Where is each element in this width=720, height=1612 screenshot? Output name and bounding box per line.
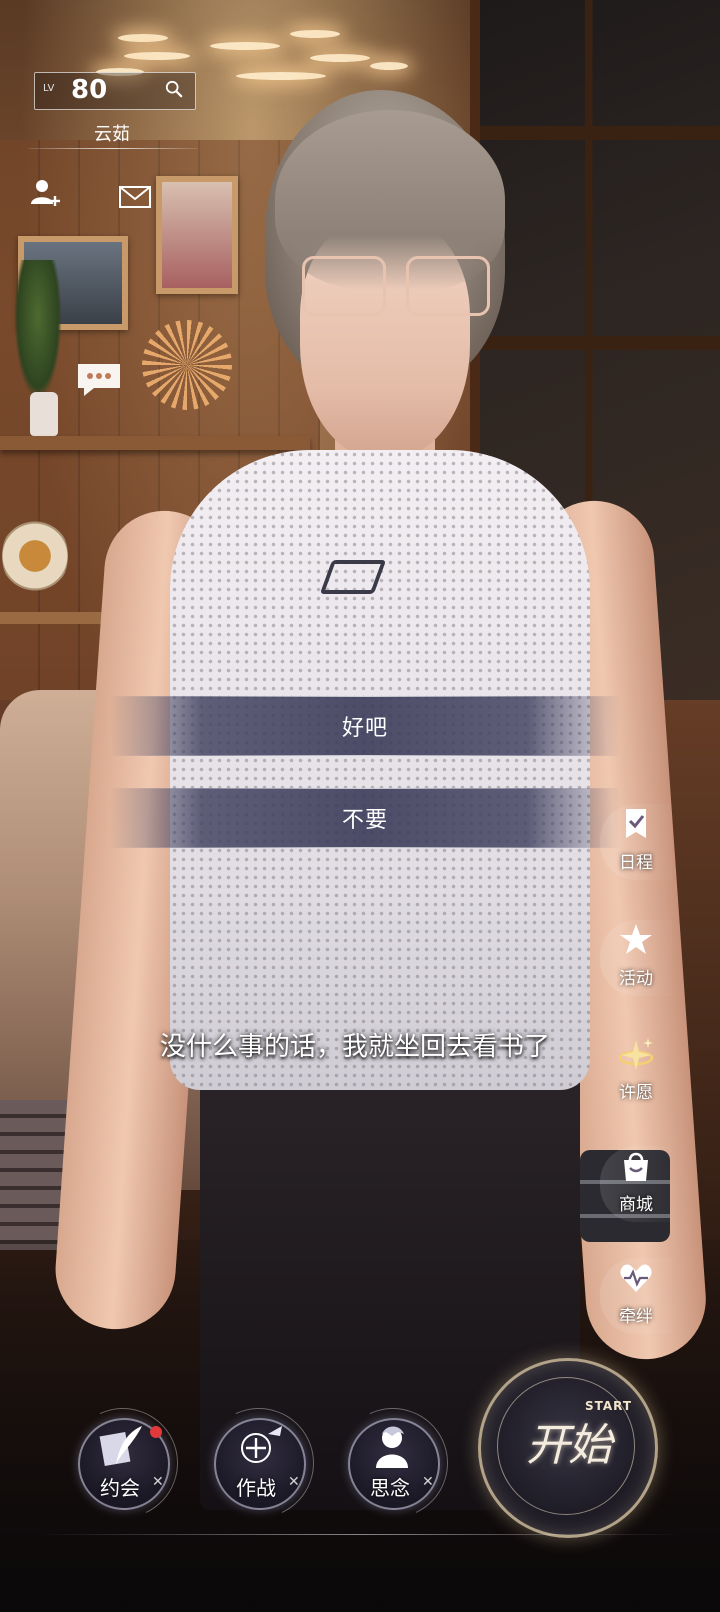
ceiling-light xyxy=(118,34,168,42)
level-number: 80 xyxy=(71,75,108,105)
ceiling-light xyxy=(210,42,280,50)
dialogue-subtitle: 没什么事的话，我就坐回去看书了 xyxy=(159,1032,550,1062)
search-icon[interactable] xyxy=(165,80,183,98)
bond-heart-icon xyxy=(620,1264,652,1292)
divider xyxy=(28,148,198,149)
dialogue-choice-ok[interactable]: 好吧 xyxy=(110,696,620,756)
shop-bag-icon xyxy=(624,1152,648,1181)
choice-label: 好吧 xyxy=(341,716,388,741)
nav-date-button[interactable]: 约会 ✕ xyxy=(52,1392,194,1534)
ceiling-light xyxy=(370,62,408,70)
ceiling-light xyxy=(310,54,370,62)
wish-sparkle-icon xyxy=(618,1038,654,1070)
mail-icon[interactable] xyxy=(118,180,152,214)
choice-label: 不要 xyxy=(341,808,388,833)
side-menu-bond[interactable]: 牵绊 xyxy=(600,1258,672,1334)
side-menu-wish[interactable]: 许愿 xyxy=(600,1034,672,1110)
add-friend-icon[interactable] xyxy=(28,176,62,210)
ceiling-light xyxy=(290,30,340,38)
schedule-icon xyxy=(626,809,646,838)
battle-crosshair-icon xyxy=(241,1426,282,1463)
side-menu-label: 活动 xyxy=(619,969,653,989)
dialogue-choice-no[interactable]: 不要 xyxy=(110,788,620,848)
sparkle-mark: ✕ xyxy=(152,1474,164,1490)
level-tag: LV xyxy=(43,83,55,94)
sparkle-mark: ✕ xyxy=(288,1474,300,1490)
sparkle-mark: ✕ xyxy=(422,1474,434,1490)
player-name: 云茹 xyxy=(94,124,130,145)
chat-bubble-icon[interactable] xyxy=(74,360,124,400)
side-menu-label: 日程 xyxy=(619,853,653,873)
event-star-icon xyxy=(620,924,652,954)
bottom-divider xyxy=(40,1534,680,1535)
level-search-box[interactable]: LV 80 xyxy=(34,72,196,110)
ceiling-light xyxy=(236,72,326,80)
vase xyxy=(30,392,58,436)
side-menu-label: 商城 xyxy=(619,1195,653,1215)
character-glasses xyxy=(302,256,490,316)
nav-battle-button[interactable]: 作战 ✕ xyxy=(188,1392,330,1534)
miss-silhouette-icon xyxy=(376,1426,408,1468)
character-tank-top xyxy=(170,450,590,1090)
side-menu-label: 许愿 xyxy=(619,1083,653,1103)
decor-clock xyxy=(2,516,68,596)
start-button[interactable]: START 开始 xyxy=(478,1358,658,1538)
ceiling-light xyxy=(124,52,190,60)
start-label: 开始 xyxy=(526,1420,612,1471)
potted-plant xyxy=(14,260,62,400)
side-menu-label: 牵绊 xyxy=(619,1307,653,1327)
side-menu-schedule[interactable]: 日程 xyxy=(600,804,672,880)
date-quill-icon xyxy=(99,1426,142,1467)
side-menu-shop[interactable]: 商城 xyxy=(600,1146,672,1222)
nav-miss-button[interactable]: 思念 ✕ xyxy=(322,1392,464,1534)
side-menu-event[interactable]: 活动 xyxy=(600,920,672,996)
notification-dot xyxy=(150,1426,162,1438)
